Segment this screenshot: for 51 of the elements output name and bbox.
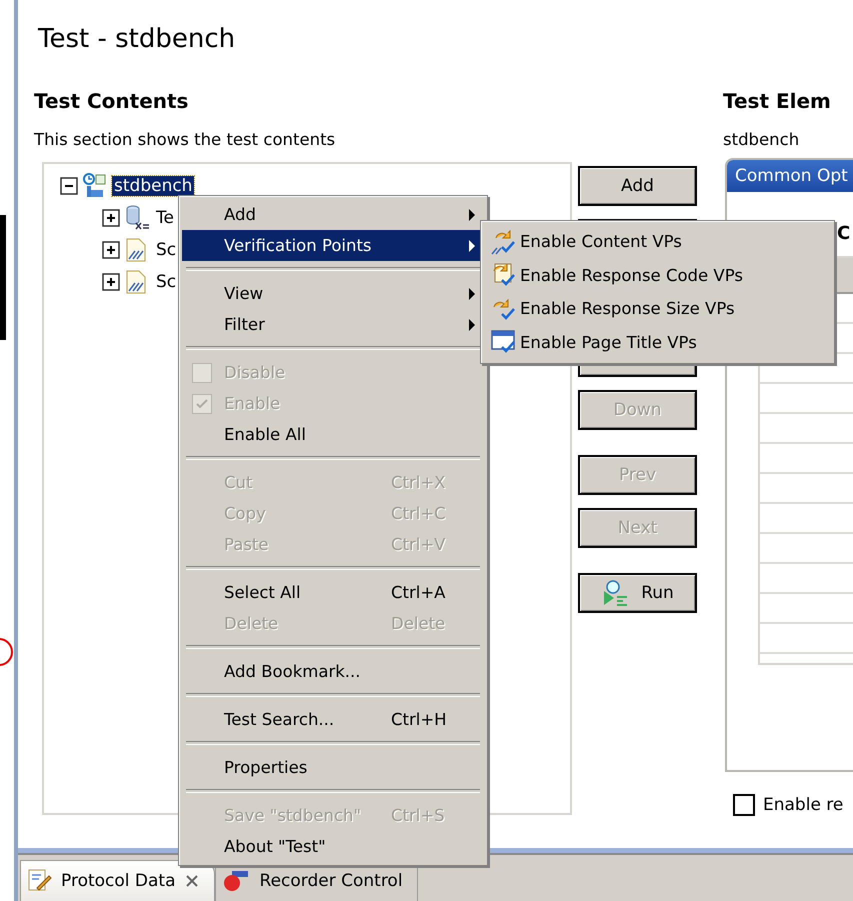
menu-item[interactable]: Enable All (182, 419, 484, 450)
menu-item[interactable]: About "Test" (182, 831, 484, 862)
view-tab[interactable]: Protocol Data (20, 860, 215, 901)
collapse-icon[interactable] (60, 177, 78, 195)
submenu-item[interactable]: Enable Response Code VPs (484, 258, 831, 292)
section-description: This section shows the test contents (34, 129, 336, 151)
menu-item[interactable]: Add Bookmark... (182, 656, 484, 687)
menu-label: Add Bookmark... (224, 662, 362, 681)
tree-item[interactable]: stdbench (112, 176, 194, 196)
menu-label: Enable All (224, 425, 307, 444)
database-icon (124, 205, 150, 231)
editor-title: Test - stdbench (38, 23, 236, 56)
section-heading: Test Elem (723, 88, 832, 114)
panel-tab[interactable]: Common Opt (727, 160, 853, 192)
menu-label: Verification Points (224, 236, 373, 255)
tree-item[interactable]: Sc (154, 240, 178, 260)
menu-label: Add (224, 205, 257, 224)
menu-label: About "Test" (224, 837, 327, 856)
run-button[interactable]: Run (578, 573, 697, 613)
menu-label: Filter (224, 315, 266, 334)
menu-item[interactable]: Filter (182, 309, 484, 340)
menu-item[interactable]: Select All Ctrl+A (182, 577, 484, 608)
menu-label: Test Search... (224, 710, 336, 729)
section-heading: Test Contents (34, 88, 190, 114)
menu-label: View (224, 284, 264, 303)
checkmark-icon (490, 228, 518, 256)
expand-icon[interactable] (102, 209, 120, 227)
options-heading: C (837, 222, 852, 246)
checkbox[interactable] (733, 794, 755, 816)
tree-item[interactable]: Sc (154, 272, 178, 292)
test-suite-icon (82, 173, 108, 199)
push-button[interactable]: Add (578, 166, 697, 206)
tab-label: Protocol Data (61, 871, 176, 891)
submenu-item[interactable]: Enable Page Title VPs (484, 326, 831, 359)
menu-label: Properties (224, 758, 308, 777)
menu-label: Select All (224, 583, 302, 602)
tree-item[interactable]: Te (154, 208, 176, 228)
close-icon[interactable] (184, 873, 200, 889)
menu-item[interactable]: Add (182, 199, 484, 230)
shortcut-label: Ctrl+A (391, 583, 446, 602)
menu-item[interactable]: Test Search... Ctrl+H (182, 704, 484, 735)
submenu-item[interactable]: Enable Content VPs (484, 225, 831, 258)
tab-label: Recorder Control (260, 871, 403, 891)
menu-item[interactable]: View (182, 278, 484, 309)
expand-icon[interactable] (102, 241, 120, 259)
shortcut-label: Ctrl+H (391, 710, 447, 729)
expand-icon[interactable] (102, 273, 120, 291)
checkbox-label: Enable re (763, 795, 844, 815)
element-name: stdbench (723, 129, 800, 151)
menu-item[interactable]: Properties (182, 752, 484, 783)
submenu-item[interactable]: Enable Response Size VPs (484, 292, 831, 326)
